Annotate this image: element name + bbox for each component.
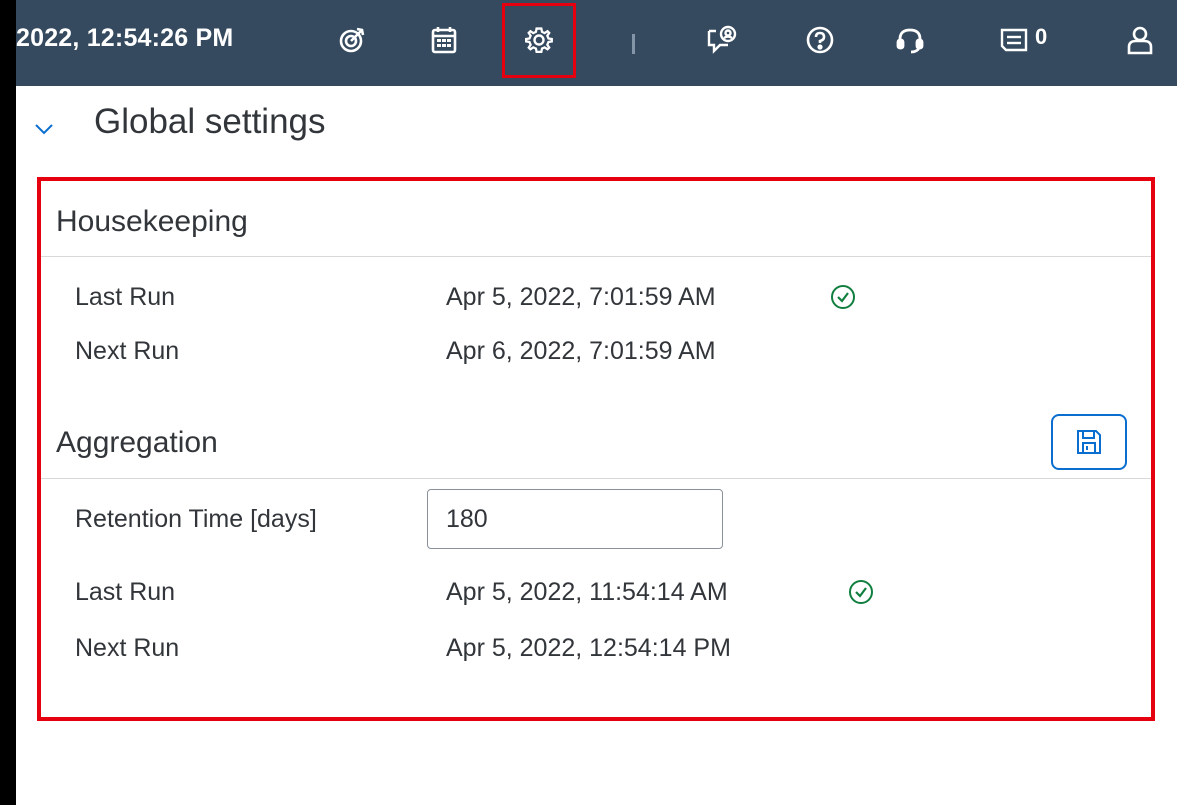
notification-count[interactable]: 0: [1035, 24, 1047, 50]
aggregation-title: Aggregation: [56, 426, 218, 459]
target-icon[interactable]: [334, 22, 370, 58]
panel-title[interactable]: Global settings: [94, 102, 326, 142]
settings-highlight-frame: [502, 3, 576, 78]
current-datetime: 2022, 12:54:26 PM: [16, 24, 234, 52]
retention-time-label: Retention Time [days]: [75, 505, 317, 533]
feedback-icon[interactable]: [704, 22, 740, 58]
calendar-icon[interactable]: [426, 22, 462, 58]
user-icon[interactable]: [1122, 22, 1158, 58]
success-check-icon: [849, 580, 873, 604]
aggregation-last-run-label: Last Run: [75, 578, 176, 606]
help-icon[interactable]: [802, 22, 838, 58]
housekeeping-last-run-value: Apr 5, 2022, 7:01:59 AM: [446, 283, 716, 311]
housekeeping-next-run-label: Next Run: [75, 337, 180, 365]
chevron-down-icon[interactable]: [33, 118, 55, 140]
retention-time-input[interactable]: [427, 489, 723, 549]
aggregation-divider: [41, 478, 1151, 479]
save-disk-icon: [1077, 430, 1101, 454]
save-button[interactable]: [1051, 414, 1127, 470]
housekeeping-last-run-label: Last Run: [75, 283, 176, 311]
housekeeping-divider: [41, 256, 1151, 257]
success-check-icon: [831, 285, 855, 309]
aggregation-next-run-value: Apr 5, 2022, 12:54:14 PM: [446, 634, 731, 662]
shell-bar: 2022, 12:54:26 PM 0: [16, 0, 1177, 86]
housekeeping-next-run-value: Apr 6, 2022, 7:01:59 AM: [446, 337, 716, 365]
aggregation-last-run-value: Apr 5, 2022, 11:54:14 AM: [446, 578, 728, 606]
notifications-icon[interactable]: [996, 22, 1032, 58]
screen: 2022, 12:54:26 PM 0 Global settings Hous…: [16, 0, 1177, 805]
housekeeping-title: Housekeeping: [56, 205, 248, 238]
aggregation-next-run-label: Next Run: [75, 634, 180, 662]
support-headset-icon[interactable]: [892, 22, 928, 58]
shell-divider: [632, 34, 635, 54]
